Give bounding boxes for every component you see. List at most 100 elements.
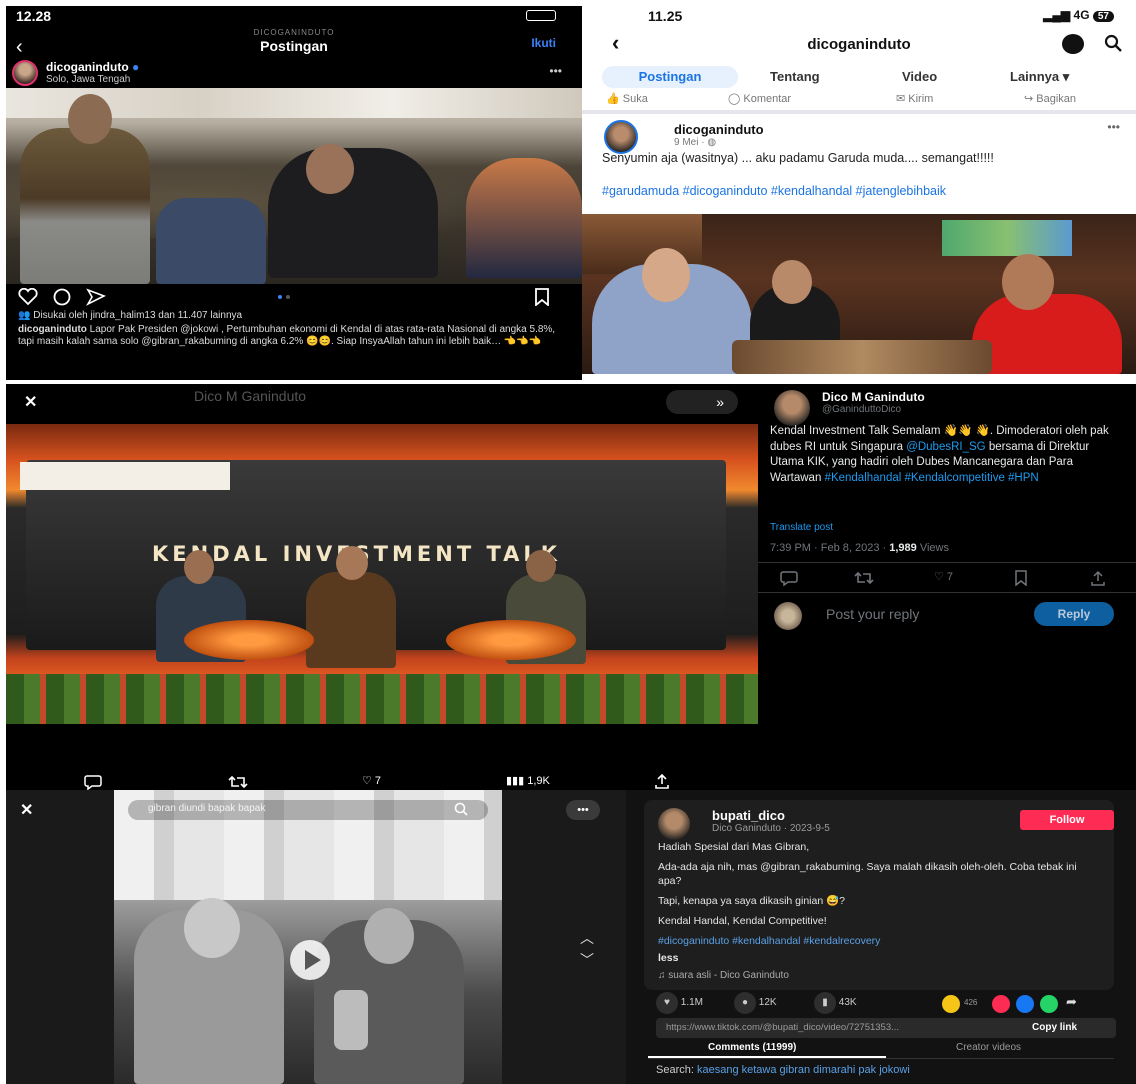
tiktok-username[interactable]: bupati_dico	[712, 808, 785, 823]
share-icon[interactable]: ➦	[1066, 994, 1077, 1010]
post-username[interactable]: dicoganinduto	[674, 122, 764, 137]
video-frame[interactable]: KENDAL INVESTMENT TALK	[6, 424, 758, 724]
tweet-timestamp: 7:39 PM · Feb 8, 2023 · 1,989 Views	[770, 542, 949, 554]
carousel-dot	[278, 295, 282, 299]
retweet-icon[interactable]	[228, 774, 248, 790]
less-toggle[interactable]: less	[658, 951, 1098, 965]
man-in-red-shirt	[972, 294, 1122, 374]
tweet-panel: Dico M Ganinduto @GaninduttoDico Kendal …	[758, 384, 1136, 790]
share-icon[interactable]	[1090, 570, 1106, 586]
video-frame[interactable]: gibran diundi bapak bapak	[114, 790, 502, 1084]
header-account: DICOGANINDUTO	[253, 28, 335, 37]
video-link[interactable]: https://www.tiktok.com/@bupati_dico/vide…	[666, 1022, 899, 1033]
tiktok-hashtags[interactable]: #dicoganinduto #kendalhandal #kendalreco…	[658, 934, 1098, 948]
search-icon[interactable]	[454, 802, 468, 816]
comment-action[interactable]: ◯ Komentar	[728, 92, 791, 105]
play-icon	[305, 950, 321, 970]
embed-icon[interactable]	[942, 995, 960, 1013]
like-action[interactable]: 👍 Suka	[606, 92, 648, 105]
post-photo	[582, 214, 1136, 374]
comment-count[interactable]: ● 12K	[734, 992, 777, 1014]
speaker-center	[306, 572, 396, 668]
save-count[interactable]: ▮ 43K	[814, 992, 857, 1014]
avatar[interactable]	[604, 120, 638, 154]
comment-icon[interactable]	[52, 288, 72, 306]
stage-plants	[6, 674, 758, 724]
tab-creator-videos[interactable]: Creator videos	[956, 1042, 1021, 1053]
copy-link-button[interactable]: Copy link	[1032, 1022, 1077, 1033]
search-suggestion[interactable]: Search: kaesang ketawa gibran dimarahi p…	[656, 1064, 910, 1076]
search-icon[interactable]	[1104, 34, 1122, 52]
avatar[interactable]	[12, 60, 38, 86]
like-button[interactable]: ♡ 7	[934, 570, 953, 583]
post-location[interactable]: Solo, Jawa Tengah	[46, 74, 130, 85]
post-photo	[6, 88, 582, 284]
messenger-icon[interactable]	[1040, 995, 1058, 1013]
post-hashtags[interactable]: #garudamuda #dicoganinduto #kendalhandal…	[602, 184, 1102, 199]
divider	[648, 1058, 1114, 1059]
tv-screen	[942, 220, 1072, 256]
signal-icon: ▂▄▆	[1043, 8, 1071, 22]
battery-icon	[526, 10, 556, 21]
sound-link[interactable]: ♫ suara asli - Dico Ganinduto	[658, 969, 1098, 983]
follow-button[interactable]: Ikuti	[531, 36, 556, 50]
like-button[interactable]: ♡ 7	[362, 774, 381, 787]
like-count[interactable]: ♥ 1.1M	[656, 992, 703, 1014]
mention-link[interactable]: @DubesRI_SG	[906, 441, 985, 453]
comment-icon: ●	[734, 992, 756, 1014]
share-icon[interactable]	[86, 288, 106, 306]
my-avatar	[774, 602, 802, 630]
retweet-icon[interactable]	[854, 570, 874, 586]
chevron-down-icon[interactable]: ﹀	[580, 950, 594, 970]
close-icon[interactable]: ✕	[24, 392, 37, 412]
hashtag-links[interactable]: #Kendalhandal #Kendalcompetitive #HPN	[825, 472, 1039, 484]
translate-link[interactable]: Translate post	[770, 522, 833, 533]
description-text: Hadiah Spesial dari Mas Gibran, Ada-ada …	[658, 840, 1098, 983]
reply-icon[interactable]	[780, 570, 798, 586]
author-name[interactable]: Dico M Ganinduto	[822, 390, 925, 404]
standing-person	[20, 128, 150, 284]
globe-icon: ◍	[707, 137, 717, 148]
reply-input[interactable]: Post your reply	[826, 606, 919, 622]
divider	[758, 562, 1136, 563]
share-action[interactable]: ↪ Bagikan	[1024, 92, 1076, 105]
page-title: dicoganinduto	[807, 36, 911, 53]
liked-by[interactable]: 👥 Disukai oleh jindra_halim13 dan 11.407…	[18, 310, 558, 321]
avatar[interactable]	[658, 808, 690, 840]
bookmark-icon[interactable]	[1014, 570, 1028, 586]
tab-comments[interactable]: Comments (11999)	[708, 1042, 796, 1053]
caption-username[interactable]: dicoganinduto	[18, 324, 87, 335]
more-icon[interactable]: •••	[549, 64, 562, 78]
chevron-up-icon[interactable]: ︿	[580, 928, 594, 948]
facebook-icon[interactable]	[1016, 995, 1034, 1013]
post-text: Senyumin aja (wasitnya) ... aku padamu G…	[602, 151, 994, 165]
messenger-icon[interactable]	[1062, 34, 1084, 54]
follow-button[interactable]: Follow	[1020, 810, 1114, 830]
whatsapp-icon[interactable]	[992, 995, 1010, 1013]
tab-tentang[interactable]: Tentang	[770, 69, 820, 84]
close-icon[interactable]: ✕	[20, 800, 33, 820]
table	[732, 340, 992, 374]
reply-icon[interactable]	[84, 774, 102, 790]
table-right	[446, 620, 576, 660]
forward-button[interactable]: »	[666, 390, 738, 414]
avatar[interactable]	[774, 390, 810, 426]
tab-postingan[interactable]: Postingan	[602, 66, 738, 88]
share-icon[interactable]	[654, 773, 670, 789]
bookmark-icon[interactable]	[534, 288, 550, 306]
facebook-post-panel: 11.25 ▂▄▆ 4G 57 ‹ dicoganinduto Postinga…	[582, 0, 1136, 384]
post-date: 9 Mei · ◍	[674, 137, 717, 148]
share-count: 426	[964, 998, 978, 1007]
post-username[interactable]: dicoganinduto ●	[46, 60, 139, 74]
heart-icon[interactable]	[18, 288, 38, 306]
tiktok-video-panel: ✕ gibran diundi bapak bapak ••• ︿ ﹀	[6, 790, 626, 1084]
tab-video[interactable]: Video	[902, 69, 937, 84]
page-title: Postingan	[260, 38, 328, 54]
status-time: 11.25	[648, 8, 683, 24]
author-handle[interactable]: @GaninduttoDico	[822, 404, 901, 415]
tab-lainnya[interactable]: Lainnya ▾	[1010, 69, 1069, 85]
more-icon[interactable]: •••	[1107, 120, 1120, 134]
send-action[interactable]: ✉ Kirim	[896, 92, 933, 105]
reply-button[interactable]: Reply	[1034, 602, 1114, 626]
more-icon[interactable]: •••	[566, 800, 600, 820]
